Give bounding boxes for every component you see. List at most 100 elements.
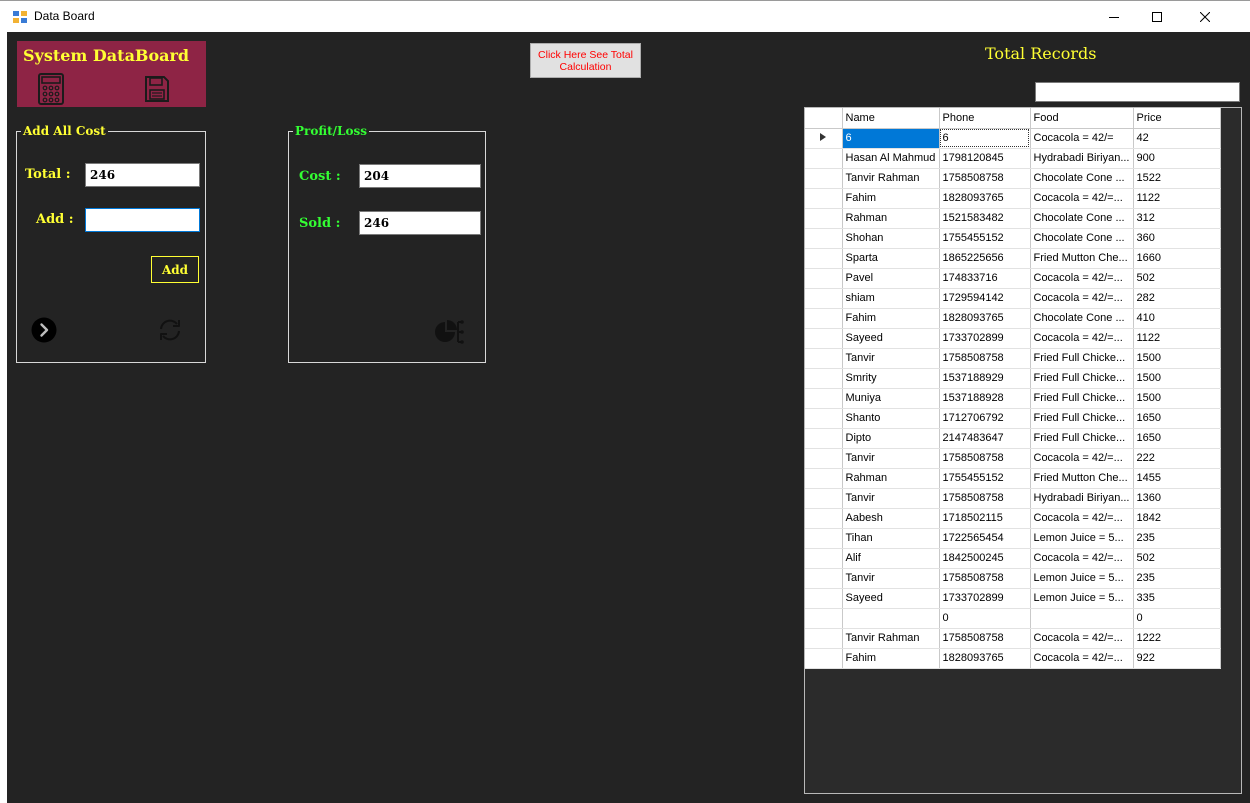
column-header-food[interactable]: Food xyxy=(1030,108,1134,129)
cell-price[interactable]: 1360 xyxy=(1133,488,1221,509)
cell-phone[interactable]: 1828093765 xyxy=(939,648,1031,669)
table-row[interactable]: Sparta 1865225656 Fried Mutton Che... 1660 xyxy=(805,248,1221,269)
cell-food[interactable]: Hydrabadi Biriyan... xyxy=(1030,488,1134,509)
cell-food[interactable]: Cocacola = 42/=... xyxy=(1030,448,1134,469)
cell-food[interactable]: Fried Full Chicke... xyxy=(1030,388,1134,409)
cell-food[interactable]: Cocacola = 42/=... xyxy=(1030,268,1134,289)
sold-field[interactable] xyxy=(359,211,481,235)
cell-price[interactable]: 335 xyxy=(1133,588,1221,609)
cell-phone[interactable]: 2147483647 xyxy=(939,428,1031,449)
cell-phone[interactable]: 1828093765 xyxy=(939,308,1031,329)
cell-name[interactable]: Aabesh xyxy=(842,508,940,529)
cell-name[interactable]: Rahman xyxy=(842,208,940,229)
cell-price[interactable]: 1222 xyxy=(1133,628,1221,649)
total-field[interactable] xyxy=(85,163,200,187)
cell-phone[interactable]: 1758508758 xyxy=(939,348,1031,369)
cell-phone[interactable]: 1758508758 xyxy=(939,628,1031,649)
cell-name[interactable]: Fahim xyxy=(842,188,940,209)
cell-name[interactable]: Fahim xyxy=(842,308,940,329)
cell-food[interactable]: Cocacola = 42/=... xyxy=(1030,628,1134,649)
cell-name[interactable]: Dipto xyxy=(842,428,940,449)
cell-price[interactable]: 222 xyxy=(1133,448,1221,469)
table-row[interactable]: Hasan Al Mahmud 1798120845 Hydrabadi Biriy… xyxy=(805,148,1221,169)
minimize-button[interactable] xyxy=(1094,1,1134,32)
cell-name[interactable]: Tanvir Rahman xyxy=(842,628,940,649)
table-row[interactable]: 00 xyxy=(805,608,1221,629)
table-row[interactable]: Pavel 174833716 Cocacola = 42/=... 502 xyxy=(805,268,1221,289)
table-row[interactable]: Aabesh 1718502115 Cocacola = 42/=... 1842 xyxy=(805,508,1221,529)
row-header[interactable] xyxy=(805,268,843,289)
row-header[interactable] xyxy=(805,228,843,249)
table-row[interactable]: Shanto 1712706792 Fried Full Chicke... 1650 xyxy=(805,408,1221,429)
cell-price[interactable]: 1650 xyxy=(1133,428,1221,449)
table-row[interactable]: Fahim 1828093765 Cocacola = 42/=... 922 xyxy=(805,648,1221,669)
cell-food[interactable]: Lemon Juice = 5... xyxy=(1030,588,1134,609)
cell-price[interactable]: 1650 xyxy=(1133,408,1221,429)
cell-price[interactable]: 1455 xyxy=(1133,468,1221,489)
row-header[interactable] xyxy=(805,168,843,189)
cell-name[interactable]: Shanto xyxy=(842,408,940,429)
cell-name[interactable]: Tanvir xyxy=(842,488,940,509)
cell-name[interactable]: Tanvir xyxy=(842,568,940,589)
table-row[interactable]: Fahim 1828093765 Cocacola = 42/=... 1122 xyxy=(805,188,1221,209)
cell-price[interactable]: 1522 xyxy=(1133,168,1221,189)
cell-food[interactable]: Cocacola = 42/=... xyxy=(1030,288,1134,309)
calculator-icon[interactable] xyxy=(38,73,64,110)
row-header[interactable] xyxy=(805,448,843,469)
cell-phone[interactable]: 1712706792 xyxy=(939,408,1031,429)
cell-name[interactable]: Pavel xyxy=(842,268,940,289)
row-header[interactable] xyxy=(805,388,843,409)
refresh-icon[interactable] xyxy=(156,316,184,349)
cell-name[interactable]: 6 xyxy=(842,128,940,149)
table-row[interactable]: Rahman 1755455152 Fried Mutton Che... 1455 xyxy=(805,468,1221,489)
row-header[interactable] xyxy=(805,428,843,449)
cell-food[interactable]: Hydrabadi Biriyan... xyxy=(1030,148,1134,169)
column-header-name[interactable]: Name xyxy=(842,108,940,129)
cell-phone[interactable]: 1758508758 xyxy=(939,568,1031,589)
cell-phone[interactable]: 1755455152 xyxy=(939,468,1031,489)
cell-price[interactable]: 360 xyxy=(1133,228,1221,249)
table-row[interactable]: shiam 1729594142 Cocacola = 42/=... 282 xyxy=(805,288,1221,309)
cell-food[interactable]: Chocolate Cone ... xyxy=(1030,168,1134,189)
cell-food[interactable]: Cocacola = 42/=... xyxy=(1030,328,1134,349)
cell-food[interactable]: Fried Full Chicke... xyxy=(1030,408,1134,429)
table-row[interactable]: Dipto 2147483647 Fried Full Chicke... 1650 xyxy=(805,428,1221,449)
table-row[interactable]: Tihan 1722565454 Lemon Juice = 5... 235 xyxy=(805,528,1221,549)
cell-food[interactable]: Fried Full Chicke... xyxy=(1030,348,1134,369)
records-grid[interactable]: Name Phone Food Price 6 6 Cocacola = 42/= 4… xyxy=(804,107,1242,794)
table-row[interactable]: Tanvir 1758508758 Cocacola = 42/=... 222 xyxy=(805,448,1221,469)
cell-name[interactable]: Smrity xyxy=(842,368,940,389)
table-row[interactable]: Fahim 1828093765 Chocolate Cone ... 410 xyxy=(805,308,1221,329)
cell-price[interactable]: 900 xyxy=(1133,148,1221,169)
cell-price[interactable]: 502 xyxy=(1133,268,1221,289)
cell-phone[interactable]: 1842500245 xyxy=(939,548,1031,569)
row-header[interactable] xyxy=(805,508,843,529)
cell-phone[interactable]: 1758508758 xyxy=(939,488,1031,509)
search-input[interactable] xyxy=(1035,82,1240,102)
cell-phone[interactable]: 6 xyxy=(939,128,1031,149)
cell-name[interactable]: Rahman xyxy=(842,468,940,489)
table-row[interactable]: Tanvir Rahman 1758508758 Cocacola = 42/=..… xyxy=(805,628,1221,649)
row-header[interactable] xyxy=(805,208,843,229)
cell-phone[interactable]: 1828093765 xyxy=(939,188,1031,209)
cell-phone[interactable]: 174833716 xyxy=(939,268,1031,289)
maximize-button[interactable] xyxy=(1137,1,1177,32)
table-row[interactable]: Tanvir Rahman 1758508758 Chocolate Cone ..… xyxy=(805,168,1221,189)
pie-chart-icon[interactable] xyxy=(434,318,464,351)
cell-name[interactable] xyxy=(842,608,940,629)
table-row[interactable]: Shohan 1755455152 Chocolate Cone ... 360 xyxy=(805,228,1221,249)
row-header[interactable] xyxy=(805,148,843,169)
cell-name[interactable]: Tanvir xyxy=(842,348,940,369)
cell-price[interactable]: 1122 xyxy=(1133,188,1221,209)
cell-food[interactable]: Fried Full Chicke... xyxy=(1030,368,1134,389)
row-header[interactable] xyxy=(805,628,843,649)
table-row[interactable]: 6 6 Cocacola = 42/= 42 xyxy=(805,128,1221,149)
cell-phone[interactable]: 1521583482 xyxy=(939,208,1031,229)
cell-price[interactable]: 312 xyxy=(1133,208,1221,229)
cell-phone[interactable]: 1733702899 xyxy=(939,328,1031,349)
cell-phone[interactable]: 1758508758 xyxy=(939,168,1031,189)
row-header[interactable] xyxy=(805,128,843,149)
cell-food[interactable]: Chocolate Cone ... xyxy=(1030,228,1134,249)
table-row[interactable]: Sayeed 1733702899 Cocacola = 42/=... 1122 xyxy=(805,328,1221,349)
row-header[interactable] xyxy=(805,248,843,269)
